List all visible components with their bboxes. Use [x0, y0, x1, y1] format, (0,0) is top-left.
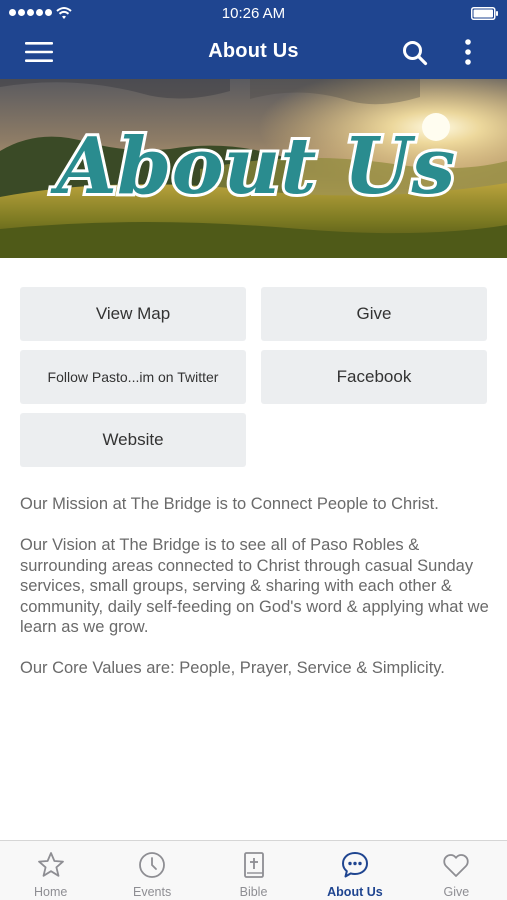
view-map-button[interactable]: View Map: [20, 287, 246, 341]
bottom-tab-bar: Home Events Bible About Us Give: [0, 840, 507, 900]
core-values-text: Our Core Values are: People, Prayer, Ser…: [20, 659, 445, 677]
page-title: About Us: [208, 40, 299, 62]
vision-text: Our Vision at The Bridge is to see all o…: [20, 536, 489, 636]
about-us-screen: 10:26 AM About Us About Us About Us View…: [0, 0, 507, 900]
tab-label: Give: [443, 885, 470, 899]
tab-label: About Us: [327, 885, 383, 899]
landscape-sunset-illustration: About UsAbout Us: [0, 79, 507, 258]
banner-title: About Us: [50, 121, 456, 212]
header-banner-image: About Us About Us: [0, 79, 507, 258]
heart-icon: [443, 854, 469, 877]
top-bar: 10:26 AM About Us: [0, 0, 507, 79]
search-button[interactable]: [402, 40, 428, 66]
bible-icon: [243, 852, 264, 878]
twitter-button[interactable]: Follow Pasto...im on Twitter: [20, 350, 246, 404]
tab-bible[interactable]: Bible: [203, 841, 304, 900]
tab-events[interactable]: Events: [101, 841, 202, 900]
navigation-bar: About Us: [0, 28, 507, 79]
more-options-button[interactable]: [460, 38, 476, 68]
more-vertical-icon: [465, 39, 471, 65]
tab-label: Home: [34, 885, 68, 899]
chat-bubble-icon: [341, 852, 368, 878]
menu-button[interactable]: [25, 41, 53, 63]
hamburger-menu-icon: [25, 42, 53, 62]
tab-give[interactable]: Give: [406, 841, 507, 900]
search-icon: [403, 41, 428, 66]
facebook-button[interactable]: Facebook: [261, 350, 487, 404]
website-button[interactable]: Website: [20, 413, 246, 467]
battery-icon: [471, 7, 498, 20]
tab-home[interactable]: Home: [0, 841, 101, 900]
star-icon: [37, 852, 64, 877]
give-button[interactable]: Give: [261, 287, 487, 341]
status-time: 10:26 AM: [221, 5, 286, 22]
tab-about-us[interactable]: About Us: [304, 841, 405, 900]
clock-icon: [139, 852, 166, 878]
status-bar: 10:26 AM: [0, 0, 507, 28]
tab-label: Events: [133, 885, 172, 899]
about-content: Our Mission at The Bridge is to Connect …: [20, 494, 490, 699]
tab-label: Bible: [239, 885, 268, 899]
mission-text: Our Mission at The Bridge is to Connect …: [20, 495, 439, 513]
